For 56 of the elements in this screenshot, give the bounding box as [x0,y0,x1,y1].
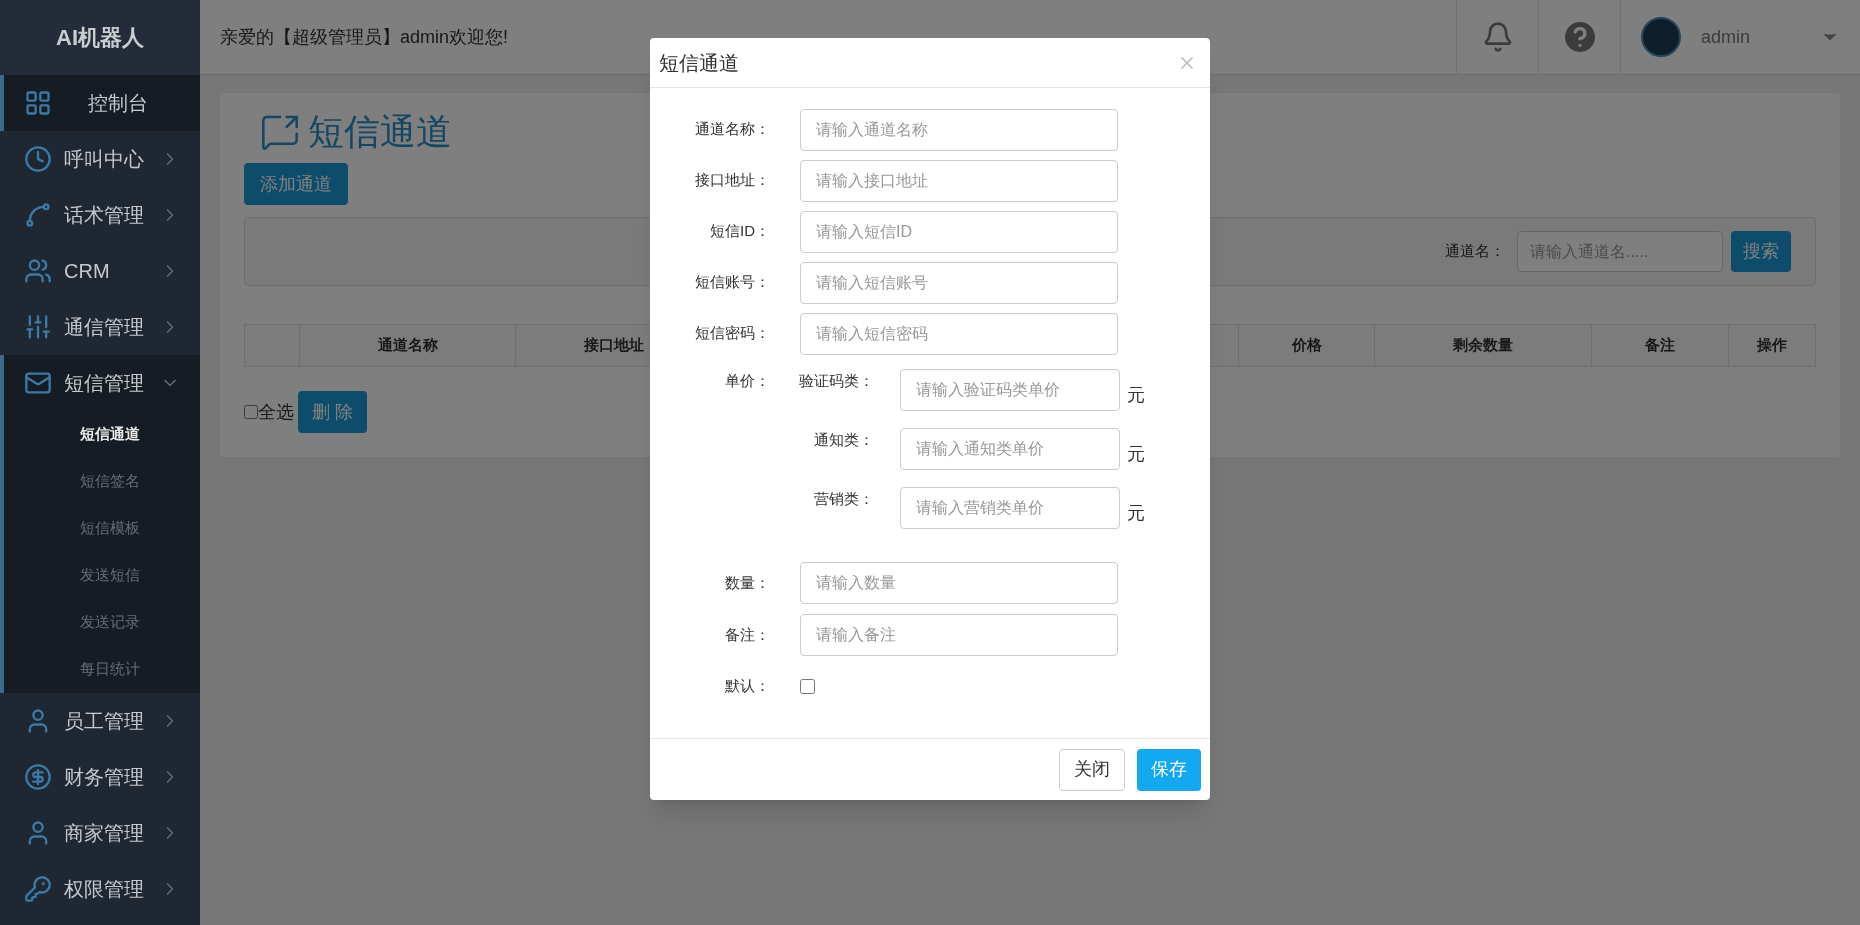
sidebar-item[interactable]: 财务管理 [0,749,200,805]
dashboard-icon [24,89,52,117]
text-field[interactable]: 请输入短信账号 [800,261,1118,304]
field-label: 默认： [724,675,770,696]
sidebar-item[interactable]: 话术管理 [0,187,200,243]
field-label: 数量： [724,572,770,593]
clock-icon [24,145,52,173]
field-label: 单价： [724,371,770,391]
unit-label: 元 [1127,384,1145,407]
text-field[interactable]: 请输入验证码类单价 [900,368,1120,411]
column-header: 价格 [1238,325,1374,366]
sidebar-item[interactable]: CRM [0,243,200,299]
app-logo: AI机器人 [56,24,144,52]
text-field[interactable]: 请输入通知类单价 [900,427,1120,470]
sidebar-item[interactable]: 控制台 [0,75,200,131]
text-field[interactable]: 请输入短信密码 [800,312,1118,355]
field-label: 短信ID： [709,221,770,242]
page-title: 短信通道 [308,110,452,154]
column-header: 备注 [1591,325,1728,366]
column-header: 通道名称 [299,325,515,366]
dialog-title: 短信通道 [659,50,739,76]
unit-label: 元 [1127,502,1145,525]
field-label: 短信账号： [694,272,770,293]
text-field[interactable]: 请输入数量 [800,562,1118,604]
close-button[interactable]: 关闭 [1059,748,1125,791]
text-field[interactable]: 请输入备注 [800,614,1118,656]
field-label: 营销类： [813,489,874,509]
users-icon [24,257,52,285]
default-checkbox[interactable] [800,678,815,694]
avatar-icon [1641,17,1681,57]
sidebar-item[interactable]: 通信管理 [0,299,200,355]
text-field[interactable]: 请输入营销类单价 [900,486,1120,529]
field-label: 备注： [724,624,770,645]
text-field[interactable]: 请输入通道名称 [800,108,1118,151]
unit-label: 元 [1127,443,1145,466]
greeting-text: 亲爱的【超级管理员】admin欢迎您! [220,25,509,49]
route-icon [24,201,52,229]
sidebar-item[interactable]: 权限管理 [0,861,200,917]
key-icon [24,875,52,903]
field-label: 通知类： [813,430,874,450]
field-label: 验证码类： [798,371,874,391]
submenu-item[interactable]: 短信通道 [4,411,200,458]
sidebar-item[interactable]: 商家管理 [0,805,200,861]
column-header: 剩余数量 [1374,325,1591,366]
text-field[interactable]: 请输入接口地址 [800,159,1118,202]
column-header: 操作 [1728,325,1815,366]
text-field[interactable]: 请输入短信ID [800,210,1118,253]
field-label: 通道名称： [694,119,770,140]
search-label: 通道名： [1445,241,1505,262]
sidebar-item[interactable]: 呼叫中心 [0,131,200,187]
sidebar-item[interactable]: 员工管理 [0,693,200,749]
sliders-icon [24,313,52,341]
field-label: 接口地址： [694,170,770,191]
select-all-checkbox[interactable] [244,405,258,419]
sidebar-item[interactable]: 短信管理 [4,355,200,411]
select-all-label: 全选 [258,400,294,424]
